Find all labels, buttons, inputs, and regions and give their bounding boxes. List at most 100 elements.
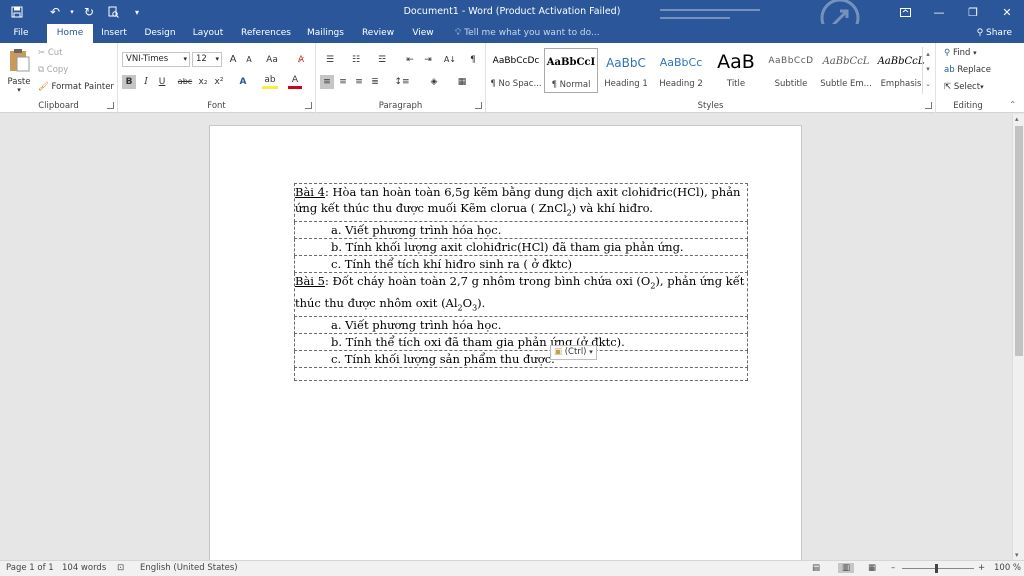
style-subtle-emphasis[interactable]: AaBbCcL Subtle Em...	[819, 48, 873, 93]
table-row[interactable]: b. Tính thể tích oxi đã tham gia phản ứn…	[294, 332, 748, 351]
print-layout-icon[interactable]: ▥	[838, 563, 855, 573]
shading-icon[interactable]: ◈	[424, 75, 444, 89]
exercise-4-part-b[interactable]: b. Tính khối lượng axit clohiđric(HCl) đ…	[294, 238, 748, 257]
exercise-5-part-b[interactable]: b. Tính thể tích oxi đã tham gia phản ứn…	[294, 332, 748, 351]
styles-launcher-icon[interactable]	[925, 102, 932, 109]
ribbon-display-options-icon[interactable]	[888, 0, 922, 24]
restore-icon[interactable]: ❐	[956, 0, 990, 24]
tab-design[interactable]: Design	[141, 24, 179, 43]
select-button[interactable]: ⇱ Select▾	[944, 82, 984, 92]
chevron-down-icon[interactable]: ▾	[923, 62, 933, 77]
collapse-ribbon-icon[interactable]: ⌃	[1009, 100, 1016, 109]
clear-formatting-icon[interactable]: A̷	[294, 53, 308, 67]
tab-mailings[interactable]: Mailings	[303, 24, 348, 43]
scroll-up-icon[interactable]: ▴	[1015, 115, 1019, 123]
multilevel-list-icon[interactable]: ☲	[372, 53, 392, 67]
read-mode-icon[interactable]: ▤	[812, 563, 820, 573]
table-cell[interactable]: Bài 4: Hòa tan hoàn toàn 6,5g kẽm bằng d…	[294, 182, 748, 223]
table-row[interactable]: c. Tính khối lượng sản phẩm thu được.	[294, 349, 748, 368]
strikethrough-button[interactable]: abc	[176, 75, 194, 89]
tab-view[interactable]: View	[408, 24, 438, 43]
numbering-icon[interactable]: ☷	[346, 53, 366, 67]
language-indicator[interactable]: English (United States)	[140, 563, 238, 573]
underline-button[interactable]: U	[155, 75, 169, 89]
styles-gallery-scroll[interactable]: ▴ ▾ ⌄	[922, 47, 933, 94]
zoom-level[interactable]: 100 %	[994, 563, 1021, 573]
style-no-spacing[interactable]: AaBbCcDc ¶ No Spac...	[489, 48, 543, 93]
table-row[interactable]: a. Viết phương trình hóa học.	[294, 221, 748, 240]
scroll-down-icon[interactable]: ▾	[1015, 551, 1019, 559]
table-row[interactable]: b. Tính khối lượng axit clohiđric(HCl) đ…	[294, 238, 748, 257]
table-cell[interactable]: Bài 5: Đốt cháy hoàn toàn 2,7 g nhôm tro…	[294, 272, 748, 317]
replace-button[interactable]: ab Replace	[944, 65, 991, 75]
decrease-indent-icon[interactable]: ⇤	[402, 53, 418, 67]
chevron-up-icon[interactable]: ▴	[923, 47, 933, 62]
zoom-in-icon[interactable]: +	[978, 563, 985, 573]
font-launcher-icon[interactable]	[305, 102, 312, 109]
more-styles-icon[interactable]: ⌄	[923, 77, 933, 92]
grow-font-icon[interactable]: A	[226, 53, 240, 67]
document-table[interactable]: Bài 4: Hòa tan hoàn toàn 6,5g kẽm bằng d…	[294, 182, 748, 381]
vertical-scrollbar[interactable]: ▴ ▾	[1012, 114, 1024, 560]
exercise-4-part-a[interactable]: a. Viết phương trình hóa học.	[294, 221, 748, 240]
cut-button[interactable]: ✂ Cut	[38, 48, 62, 58]
find-button[interactable]: ⚲ Find ▾	[944, 48, 977, 58]
align-center-icon[interactable]: ≡	[336, 75, 350, 89]
share-button[interactable]: ⚲ Share	[977, 24, 1012, 43]
tell-me-box[interactable]: 💡︎ Tell me what you want to do...	[455, 24, 600, 43]
tab-file[interactable]: File	[6, 24, 36, 43]
table-row[interactable]: Bài 4: Hòa tan hoàn toàn 6,5g kẽm bằng d…	[294, 182, 748, 223]
style-normal[interactable]: AaBbCcI ¶ Normal	[544, 48, 598, 93]
highlight-icon[interactable]: ab	[262, 75, 278, 89]
justify-icon[interactable]: ≣	[368, 75, 382, 89]
zoom-out-icon[interactable]: –	[891, 563, 895, 573]
format-painter-button[interactable]: 🖌︎ Format Painter	[38, 82, 114, 92]
bullets-icon[interactable]: ☰	[320, 53, 340, 67]
paste-options-button[interactable]: ▣ (Ctrl) ▾	[550, 345, 597, 360]
show-formatting-icon[interactable]: ¶	[466, 53, 480, 67]
shrink-font-icon[interactable]: A	[242, 53, 256, 67]
document-page[interactable]: Bài 4: Hòa tan hoàn toàn 6,5g kẽm bằng d…	[209, 125, 802, 560]
subscript-button[interactable]: x₂	[196, 75, 210, 89]
bold-button[interactable]: B	[122, 75, 136, 89]
style-subtitle[interactable]: AaBbCcD Subtitle	[764, 48, 818, 93]
paragraph-launcher-icon[interactable]	[475, 102, 482, 109]
tab-review[interactable]: Review	[358, 24, 398, 43]
align-left-icon[interactable]: ≡	[320, 75, 334, 89]
zoom-slider[interactable]	[902, 568, 974, 569]
clipboard-launcher-icon[interactable]	[107, 102, 114, 109]
borders-icon[interactable]: ▦	[452, 75, 472, 89]
paste-button[interactable]: Paste ▾	[5, 47, 33, 99]
tab-layout[interactable]: Layout	[189, 24, 227, 43]
zoom-slider-thumb[interactable]	[935, 564, 938, 573]
change-case-icon[interactable]: Aa	[262, 53, 282, 67]
superscript-button[interactable]: x²	[212, 75, 226, 89]
table-row[interactable]: a. Viết phương trình hóa học.	[294, 315, 748, 334]
font-color-icon[interactable]: A	[288, 75, 302, 89]
tab-references[interactable]: References	[238, 24, 294, 43]
style-heading-1[interactable]: AaBbC Heading 1	[599, 48, 653, 93]
text-effects-icon[interactable]: A	[236, 75, 250, 89]
line-spacing-icon[interactable]: ↕≡	[392, 75, 412, 89]
word-count[interactable]: 104 words	[62, 563, 106, 573]
align-right-icon[interactable]: ≡	[352, 75, 366, 89]
empty-table-cell[interactable]	[294, 366, 748, 381]
tab-insert[interactable]: Insert	[97, 24, 131, 43]
table-row[interactable]: c. Tính thể tích khí hiđro sinh ra ( ở đ…	[294, 255, 748, 274]
style-heading-2[interactable]: AaBbCc Heading 2	[654, 48, 708, 93]
italic-button[interactable]: I	[139, 75, 153, 89]
copy-button[interactable]: ⧉ Copy	[38, 65, 68, 75]
font-size-select[interactable]: 12 ▾	[192, 52, 222, 67]
exercise-4-part-c[interactable]: c. Tính thể tích khí hiđro sinh ra ( ở đ…	[294, 255, 748, 274]
exercise-5-part-a[interactable]: a. Viết phương trình hóa học.	[294, 315, 748, 334]
minimize-icon[interactable]: —	[922, 0, 956, 24]
table-row[interactable]: Bài 5: Đốt cháy hoàn toàn 2,7 g nhôm tro…	[294, 272, 748, 317]
increase-indent-icon[interactable]: ⇥	[420, 53, 436, 67]
exercise-5-part-c[interactable]: c. Tính khối lượng sản phẩm thu được.	[294, 349, 748, 368]
style-emphasis[interactable]: AaBbCcL Emphasis	[874, 48, 928, 93]
sort-icon[interactable]: A↓	[442, 53, 458, 67]
scrollbar-thumb[interactable]	[1015, 126, 1023, 356]
close-icon[interactable]: ✕	[990, 0, 1024, 24]
proofing-icon[interactable]: ⊡	[117, 563, 124, 573]
web-layout-icon[interactable]: ▦	[868, 563, 876, 573]
